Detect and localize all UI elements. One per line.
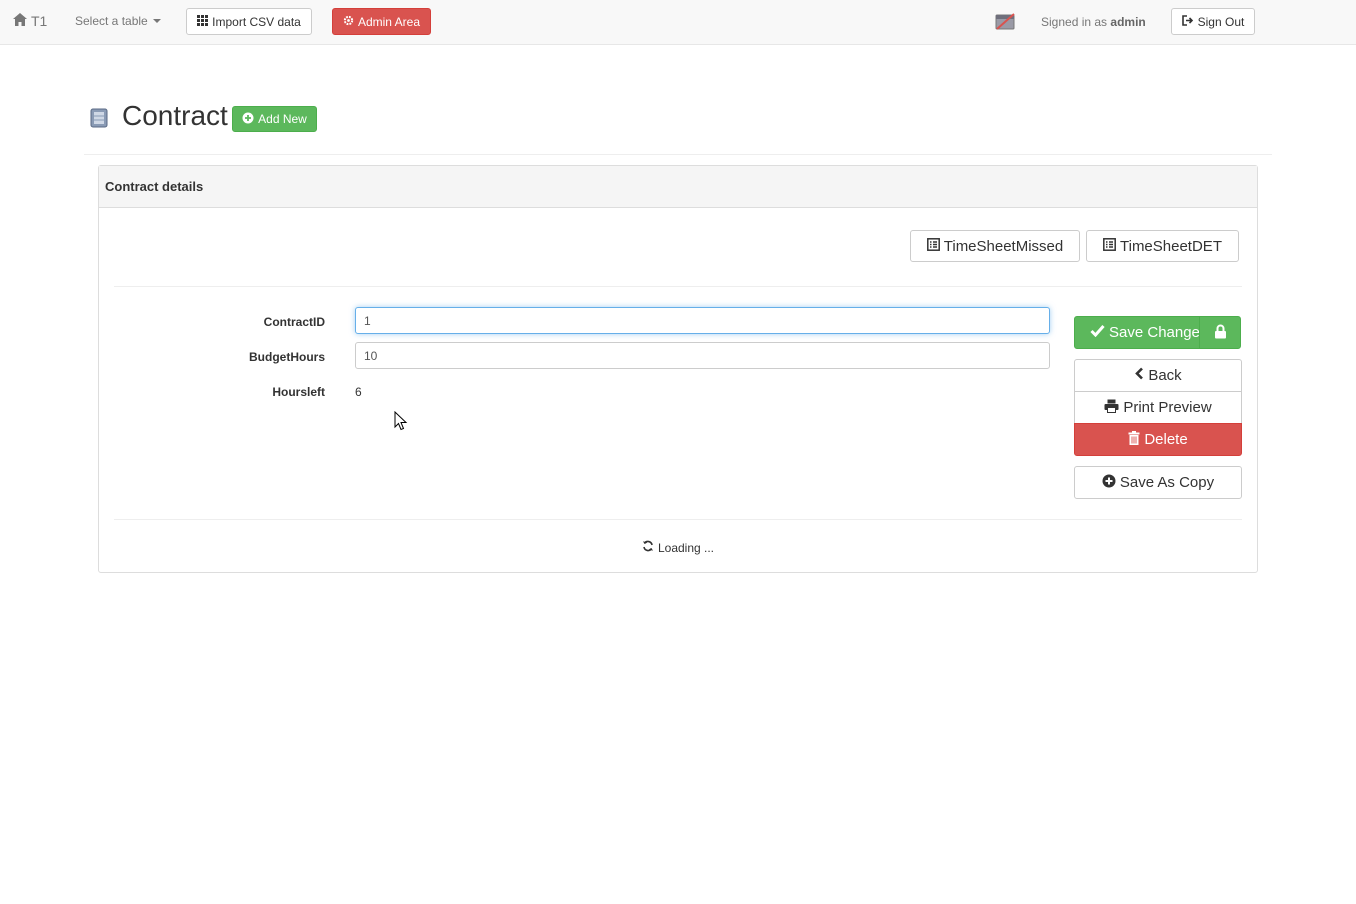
timesheetdet-button[interactable]: TimeSheetDET bbox=[1086, 230, 1239, 262]
timesheetmissed-button[interactable]: TimeSheetMissed bbox=[910, 230, 1080, 262]
chevron-left-icon bbox=[1134, 367, 1148, 384]
sign-out-button[interactable]: Sign Out bbox=[1171, 8, 1255, 35]
admin-area-label: Admin Area bbox=[357, 14, 421, 29]
select-table-label: Select a table bbox=[75, 14, 148, 28]
page-title: Contract bbox=[122, 100, 228, 131]
back-label: Back bbox=[1148, 367, 1182, 384]
budgethours-field[interactable] bbox=[355, 342, 1050, 369]
log-out-icon bbox=[1181, 14, 1198, 29]
delete-label: Delete bbox=[1144, 431, 1188, 448]
save-as-copy-button[interactable]: Save As Copy bbox=[1074, 466, 1242, 499]
save-as-copy-label: Save As Copy bbox=[1119, 474, 1215, 491]
timesheetmissed-label: TimeSheetMissed bbox=[943, 237, 1064, 255]
back-button[interactable]: Back bbox=[1074, 359, 1242, 392]
admin-area-button[interactable]: Admin Area bbox=[332, 8, 431, 35]
home-icon bbox=[12, 12, 31, 30]
contract-details-panel: Contract details TimeSheetMissed TimeShe… bbox=[98, 165, 1258, 573]
cog-icon bbox=[343, 15, 358, 29]
username: admin bbox=[1110, 15, 1146, 29]
divider bbox=[114, 286, 1242, 287]
lock-toggle-button[interactable] bbox=[1199, 316, 1241, 349]
list-alt-icon bbox=[1103, 237, 1120, 255]
save-changes-label: Save Change bbox=[1109, 324, 1200, 341]
select-table-dropdown[interactable]: Select a table bbox=[75, 14, 161, 28]
page-header: Contract Add New bbox=[84, 90, 1272, 155]
panel-heading: Contract details bbox=[99, 166, 1257, 208]
mouse-cursor-icon bbox=[394, 410, 408, 434]
import-csv-button[interactable]: Import CSV data bbox=[186, 8, 312, 35]
loading-indicator: Loading ... bbox=[99, 540, 1257, 555]
print-preview-button[interactable]: Print Preview bbox=[1074, 391, 1242, 424]
th-icon bbox=[197, 14, 212, 29]
plus-circle-icon bbox=[1102, 474, 1120, 492]
contractid-field[interactable] bbox=[355, 307, 1050, 334]
add-new-label: Add New bbox=[258, 112, 307, 126]
chevron-down-icon bbox=[152, 19, 161, 23]
print-preview-label: Print Preview bbox=[1123, 399, 1212, 416]
signed-in-label: Signed in as bbox=[1041, 15, 1108, 29]
list-alt-icon bbox=[926, 237, 944, 255]
plus-circle-icon bbox=[242, 112, 258, 127]
loading-label: Loading ... bbox=[657, 540, 715, 555]
print-icon bbox=[1104, 399, 1123, 417]
refresh-icon bbox=[642, 540, 658, 555]
brand-link[interactable]: T1 bbox=[12, 12, 47, 30]
top-navbar: T1 Select a table Import CSV data Admin … bbox=[0, 0, 1356, 45]
calendar-off-icon[interactable] bbox=[994, 11, 1016, 34]
add-new-button[interactable]: Add New bbox=[232, 106, 317, 132]
hoursleft-label: Hoursleft bbox=[272, 385, 325, 399]
divider bbox=[114, 519, 1242, 520]
sign-out-label: Sign Out bbox=[1197, 14, 1245, 29]
delete-button[interactable]: Delete bbox=[1074, 423, 1242, 456]
lock-icon bbox=[1214, 324, 1227, 342]
budgethours-label: BudgetHours bbox=[249, 350, 325, 364]
contractid-label: ContractID bbox=[263, 315, 325, 329]
timesheetdet-label: TimeSheetDET bbox=[1120, 237, 1222, 255]
signed-in-status: Signed in as admin bbox=[1041, 15, 1146, 29]
brand-label: T1 bbox=[31, 13, 48, 29]
trash-icon bbox=[1128, 430, 1144, 449]
import-csv-label: Import CSV data bbox=[212, 14, 301, 29]
hoursleft-value: 6 bbox=[355, 385, 362, 399]
save-changes-button[interactable]: Save Change bbox=[1074, 316, 1200, 349]
check-icon bbox=[1090, 324, 1109, 341]
table-icon bbox=[88, 107, 110, 132]
